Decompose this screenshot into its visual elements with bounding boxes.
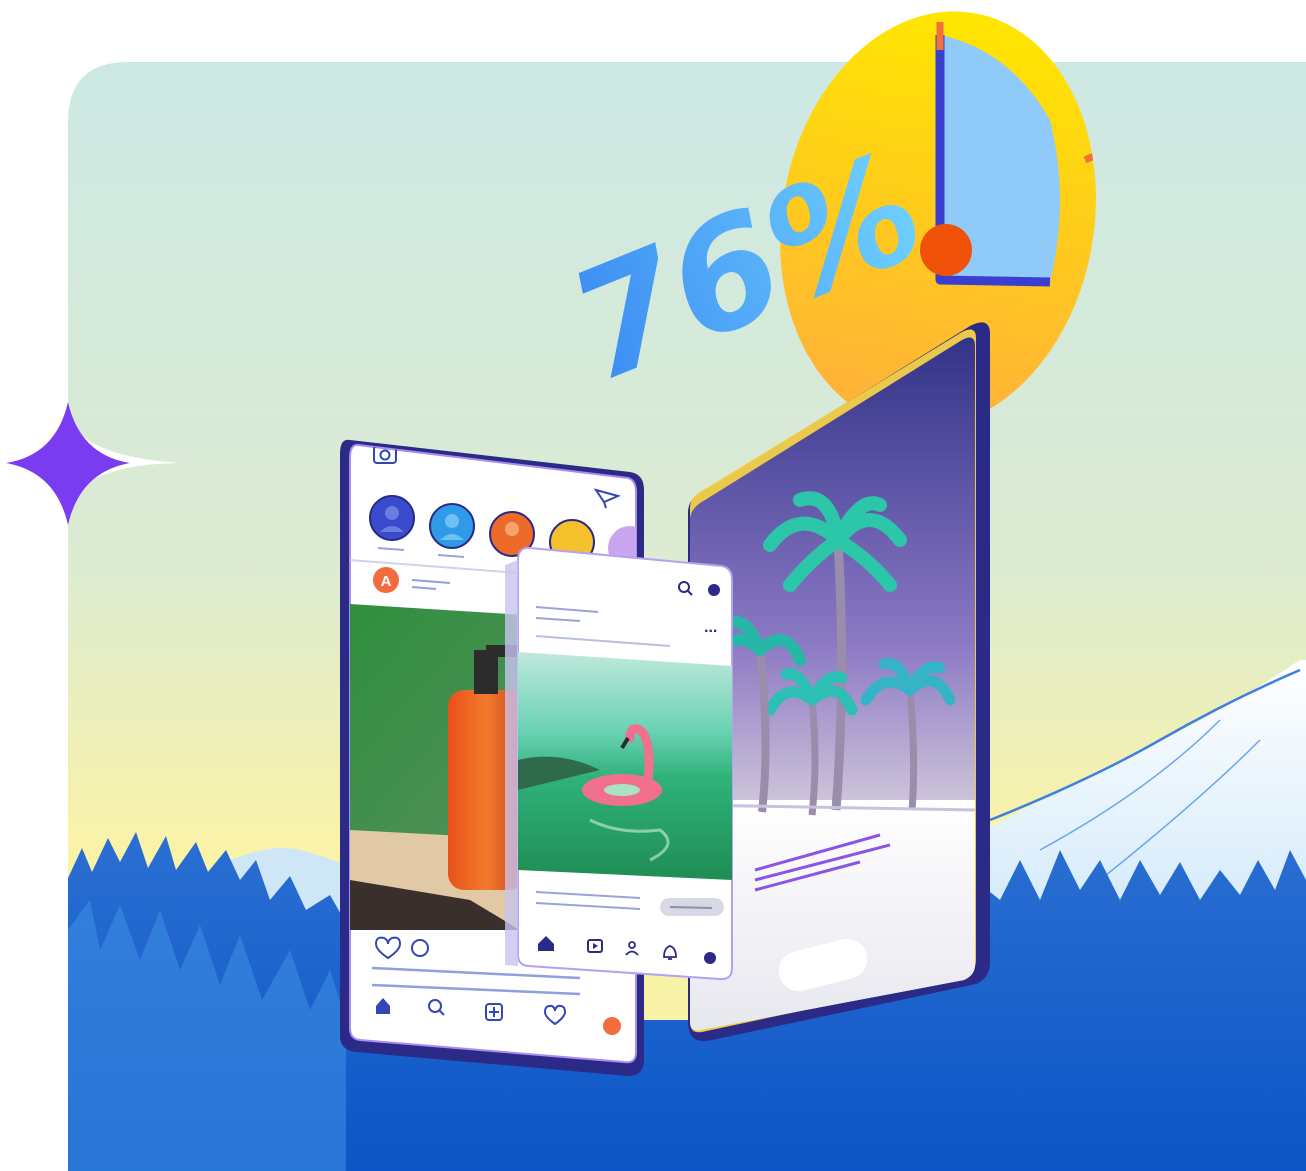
video-thumbnail	[518, 652, 732, 880]
phone-video: ...	[505, 546, 733, 981]
post-author-initial: A	[381, 573, 392, 590]
illustration: 76% A ...	[6, 11, 1306, 1171]
nav-profile-dot[interactable]	[603, 1017, 621, 1035]
more-options-icon[interactable]: ...	[704, 619, 717, 636]
nav-profile-dot[interactable]	[704, 952, 716, 964]
profile-dot[interactable]	[708, 584, 720, 596]
